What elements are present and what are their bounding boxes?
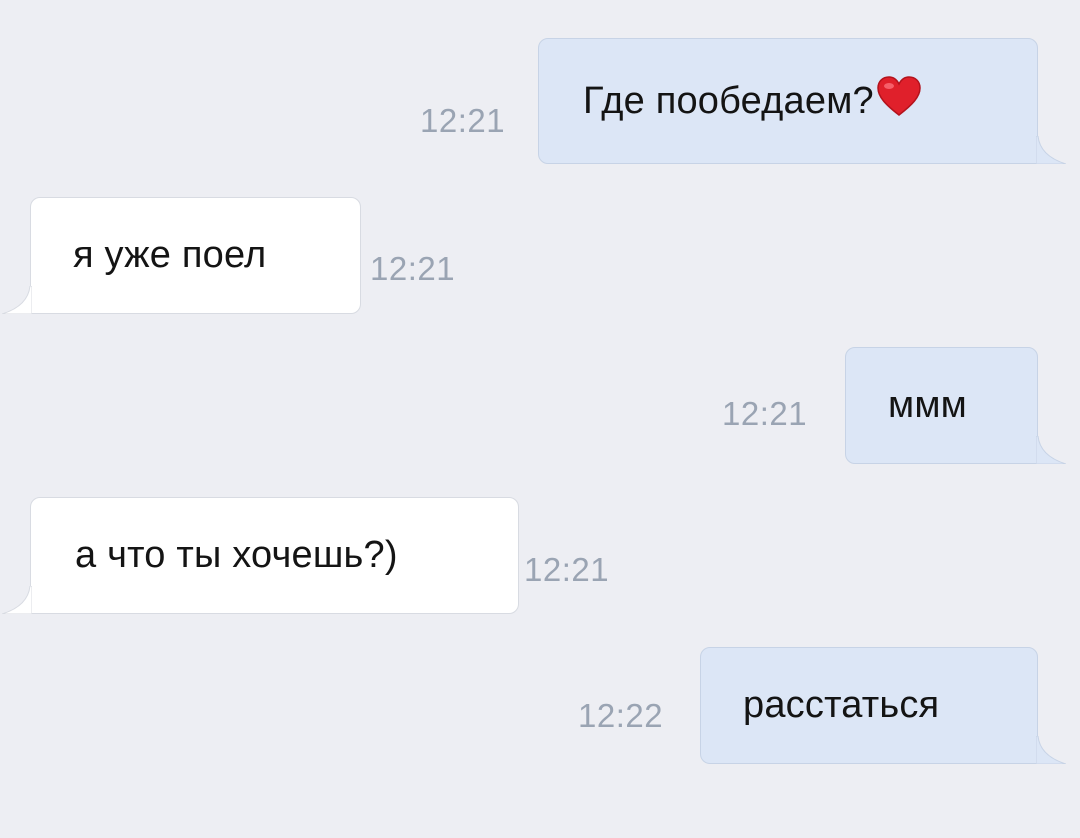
message-text: а что ты хочешь?) [75,534,398,576]
message-timestamp: 12:21 [524,551,610,588]
message-bubble-incoming[interactable]: я уже поел [2,197,361,314]
bubble-tail [1036,736,1066,764]
message-row-incoming: а что ты хочешь?) 12:21 [0,497,1080,614]
message-bubble-outgoing[interactable]: расстаться [700,647,1066,764]
message-bubble-outgoing[interactable]: ммм [845,347,1066,464]
message-bubble-incoming[interactable]: а что ты хочешь?) [2,497,519,614]
message-text: ммм [888,384,967,426]
heart-emoji-icon [876,75,922,127]
chat-conversation: 12:21 Где пообедаем? я уже поел 12:21 12 [0,0,1080,838]
bubble-tail [2,286,32,314]
message-row-outgoing: 12:22 расстаться [0,647,1080,764]
message-timestamp: 12:21 [420,102,506,139]
message-timestamp: 12:22 [578,697,664,734]
bubble-tail [2,586,32,614]
message-row-outgoing: 12:21 Где пообедаем? [0,38,1080,164]
message-timestamp: 12:21 [370,250,456,287]
bubble-tail [1036,436,1066,464]
message-text: Где пообедаем? [583,79,874,122]
message-timestamp: 12:21 [722,395,808,432]
bubble-tail [1036,136,1066,164]
message-row-incoming: я уже поел 12:21 [0,197,1080,314]
message-row-outgoing: 12:21 ммм [0,347,1080,464]
message-text: я уже поел [73,234,267,276]
message-text: расстаться [743,684,940,726]
message-bubble-outgoing[interactable]: Где пообедаем? [538,38,1066,164]
